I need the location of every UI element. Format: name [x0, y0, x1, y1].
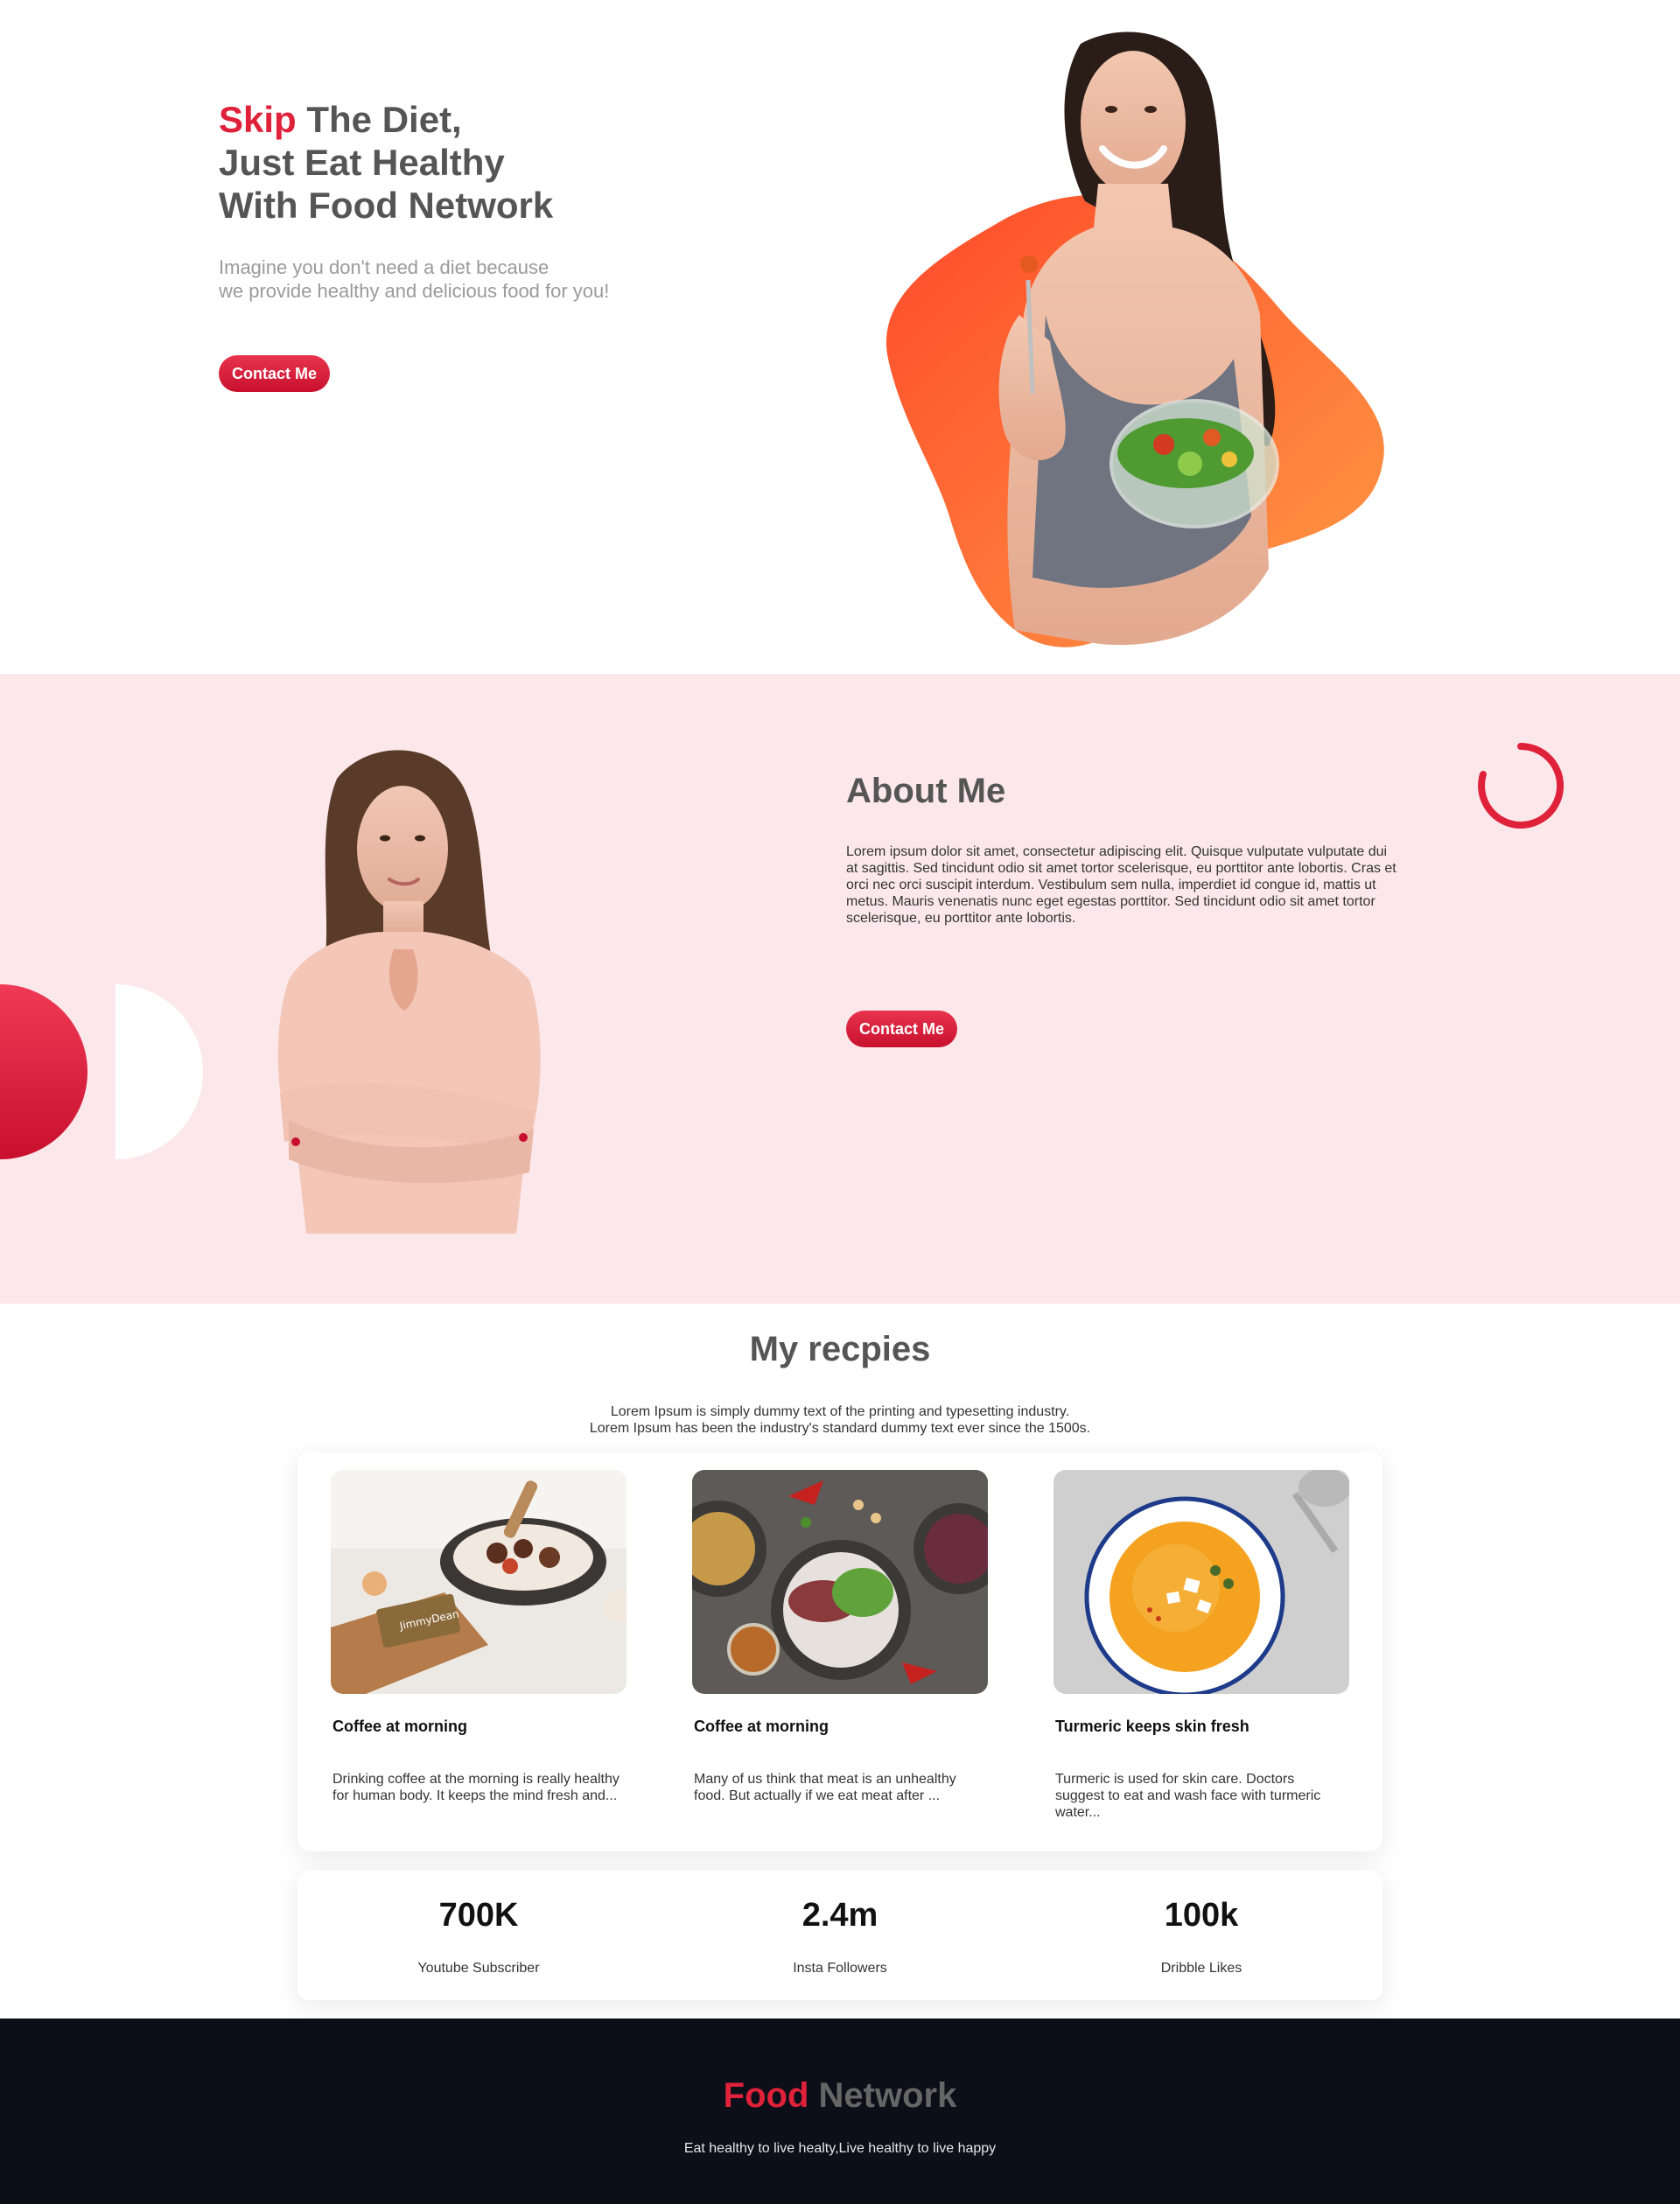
footer-brand-accent: Food	[723, 2076, 809, 2115]
stat-value: 2.4m	[802, 1897, 878, 1934]
hero-title-line2: Just Eat Healthy	[219, 142, 505, 183]
hero-woman-salad-image	[886, 31, 1384, 647]
recipe-cards-panel: JimmyDean Coffee at morning Drinking cof…	[298, 1452, 1382, 1851]
recipe-card[interactable]: Coffee at morning Many of us think that …	[670, 1470, 1004, 1804]
about-title: About Me	[846, 772, 1006, 810]
recipe-card-text: Drinking coffee at the morning is really…	[332, 1772, 620, 1803]
stat-youtube: 700K Youtube Subscriber	[347, 1897, 610, 1977]
decorative-white-half-circle	[116, 984, 203, 1159]
decorative-ring	[1478, 743, 1564, 829]
footer-brand: Food Network	[0, 2076, 1680, 2116]
recipe-card-image	[1054, 1468, 1351, 1697]
recipe-card-text: Many of us think that meat is an unhealt…	[694, 1772, 956, 1803]
recipes-subtitle-line1: Lorem Ipsum is simply dummy text of the …	[610, 1404, 1070, 1419]
stat-value: 700K	[438, 1897, 519, 1934]
recipe-card[interactable]: Turmeric keeps skin fresh Turmeric is us…	[1054, 1468, 1351, 1821]
stats-panel: 700K Youtube Subscriber 2.4m Insta Follo…	[298, 1871, 1382, 2000]
about-woman-image	[277, 750, 541, 1234]
hero-title-line3: With Food Network	[219, 185, 554, 226]
stat-label: Youtube Subscriber	[417, 1961, 540, 1976]
decorative-red-circle	[0, 984, 88, 1159]
stat-label: Insta Followers	[793, 1961, 887, 1976]
hero-subtitle-line1: Imagine you don't need a diet because	[219, 256, 550, 278]
stat-dribbble: 100k Dribble Likes	[1070, 1897, 1333, 1977]
recipes-title: My recpies	[749, 1330, 931, 1368]
hero-section: Skip The Diet, Just Eat Healthy With Foo…	[0, 0, 1680, 674]
recipe-card-title: Coffee at morning	[694, 1718, 830, 1735]
hero-subtitle: Imagine you don't need a diet because we…	[219, 255, 709, 303]
recipe-card-title: Coffee at morning	[332, 1718, 468, 1735]
recipe-card[interactable]: JimmyDean Coffee at morning Drinking cof…	[331, 1470, 635, 1804]
hero-title: Skip The Diet, Just Eat Healthy With Foo…	[219, 98, 553, 227]
hero-subtitle-line2: we provide healthy and delicious food fo…	[219, 280, 610, 302]
recipes-subtitle-line2: Lorem Ipsum has been the industry's stan…	[589, 1421, 1091, 1436]
footer: Food Network Eat healthy to live healty,…	[0, 2019, 1680, 2204]
stat-instagram: 2.4m Insta Followers	[709, 1897, 971, 1977]
recipe-card-image	[670, 1470, 1004, 1694]
about-section: About Me Lorem ipsum dolor sit amet, con…	[0, 674, 1680, 1304]
footer-tagline: Eat healthy to live healty,Live healthy …	[683, 2141, 997, 2156]
stat-label: Dribble Likes	[1160, 1961, 1242, 1976]
stat-value: 100k	[1164, 1897, 1239, 1934]
recipe-card-image: JimmyDean	[331, 1470, 635, 1694]
hero-contact-button[interactable]: Contact Me	[219, 355, 330, 392]
recipes-subtitle: Lorem Ipsum is simply dummy text of the …	[0, 1403, 1680, 1437]
hero-title-accent: Skip	[219, 99, 297, 140]
recipe-card-title: Turmeric keeps skin fresh	[1055, 1718, 1250, 1735]
recipe-card-text: Turmeric is used for skin care. Doctors …	[1055, 1772, 1321, 1820]
hero-title-line1: The Diet,	[296, 99, 462, 140]
footer-brand-rest: Network	[808, 2076, 957, 2115]
about-text: Lorem ipsum dolor sit amet, consectetur …	[846, 844, 1396, 926]
about-contact-button[interactable]: Contact Me	[846, 1011, 957, 1047]
